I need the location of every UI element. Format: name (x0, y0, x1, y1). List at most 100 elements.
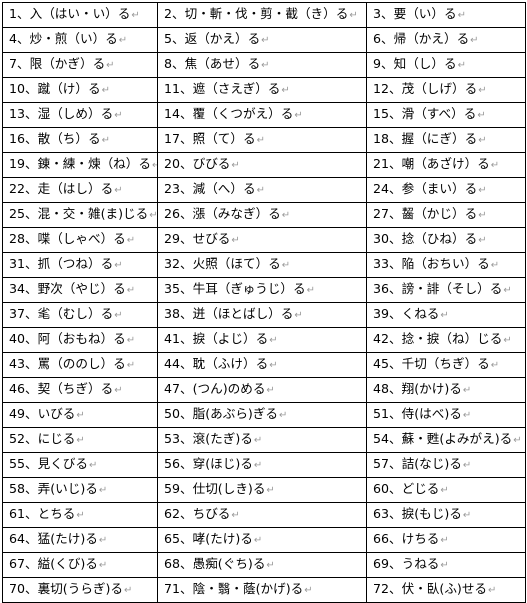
paragraph-return-mark: ↵ (457, 60, 466, 71)
verb-entry: 14、覆（くつがえ）る (164, 106, 294, 121)
verb-entry: 52、にじる (9, 431, 76, 446)
table-cell: 34、野次（やじ）る↵ (2, 277, 158, 303)
paragraph-return-mark: ↵ (269, 335, 278, 346)
paragraph-return-mark: ↵ (253, 435, 263, 446)
paragraph-return-mark: ↵ (462, 460, 472, 471)
table-cell: 25、混・交・雑(ま)じる↵ (2, 202, 158, 228)
verb-entry: 18、握（にぎ）る (373, 131, 478, 146)
table-row: 58、弄(いじ)る↵ 59、仕切(しき)る↵ 60、どじる↵ (2, 477, 526, 503)
verb-entry: 63、捩(もじ)る (373, 506, 462, 521)
table-cell: 35、牛耳（ぎゅうじ）る↵ (157, 277, 367, 303)
table-row: 67、縊(くび)る↵ 68、愚痴(ぐち)る↵ 69、うねる↵ (2, 552, 526, 578)
paragraph-return-mark: ↵ (101, 135, 110, 146)
table-cell: 50、脂(あぶら)ぎる↵ (157, 402, 367, 428)
verb-table: 1、入（はい・い）る↵ 2、切・斬・伐・剪・截（き）る↵ 3、要（い）る↵ 4、炒・煎… (2, 2, 526, 603)
table-cell: 48、翔(かけ)る↵ (366, 377, 526, 403)
verb-entry: 48、翔(かけ)る (373, 381, 462, 396)
table-cell: 53、滾(たぎ)る↵ (157, 427, 367, 453)
paragraph-return-mark: ↵ (462, 385, 472, 396)
table-cell: 14、覆（くつがえ）る↵ (157, 102, 367, 128)
table-cell: 58、弄(いじ)る↵ (2, 477, 158, 503)
paragraph-return-mark: ↵ (478, 85, 487, 96)
paragraph-return-mark: ↵ (76, 410, 85, 421)
table-cell: 27、齧（かじ）る↵ (366, 202, 526, 228)
paragraph-return-mark: ↵ (306, 285, 315, 296)
paragraph-return-mark: ↵ (231, 510, 240, 521)
paragraph-return-mark: ↵ (462, 410, 472, 421)
verb-entry: 57、詰(なじ)る (373, 456, 462, 471)
table-row: 16、散（ち）る↵ 17、照（て）る↵ 18、握（にぎ）る↵ (2, 127, 526, 153)
table-cell: 56、穿(ほじ)る↵ (157, 452, 367, 478)
verb-table-sheet: 1、入（はい・い）る↵ 2、切・斬・伐・剪・截（き）る↵ 3、要（い）る↵ 4、炒・煎… (2, 2, 526, 603)
verb-entry: 56、穿(ほじ)る (164, 456, 253, 471)
verb-entry: 62、ちびる (164, 506, 231, 521)
paragraph-return-mark: ↵ (440, 535, 449, 546)
paragraph-return-mark: ↵ (440, 560, 449, 571)
paragraph-return-mark: ↵ (126, 335, 136, 346)
paragraph-return-mark: ↵ (281, 85, 290, 96)
verb-entry: 34、野次（やじ）る (9, 281, 126, 296)
paragraph-return-mark: ↵ (440, 310, 449, 321)
paragraph-return-mark: ↵ (114, 260, 123, 271)
paragraph-return-mark: ↵ (98, 560, 108, 571)
paragraph-return-mark: ↵ (126, 285, 136, 296)
verb-entry: 32、火照（ほて）る (164, 256, 281, 271)
paragraph-return-mark: ↵ (457, 10, 466, 21)
table-cell: 33、陥（おちい）る↵ (366, 252, 526, 278)
table-row: 31、抓（つね）る↵ 32、火照（ほて）る↵ 33、陥（おちい）る↵ (2, 252, 526, 278)
verb-entry: 67、縊(くび)る (9, 556, 98, 571)
paragraph-return-mark: ↵ (89, 460, 98, 471)
table-row: 4、炒・煎（い）る↵ 5、返（かえ）る↵ 6、帰（かえ）る↵ (2, 27, 526, 53)
paragraph-return-mark: ↵ (98, 535, 108, 546)
table-cell: 40、阿（おもね）る↵ (2, 327, 158, 353)
verb-entry: 24、参（まい）る (373, 181, 478, 196)
verb-entry: 36、謗・誹（そし）る (373, 281, 503, 296)
table-cell: 8、焦（あせ）る↵ (157, 52, 367, 78)
table-cell: 57、詰(なじ)る↵ (366, 452, 526, 478)
table-row: 7、限（かぎ）る↵ 8、焦（あせ）る↵ 9、知（し）る↵ (2, 52, 526, 78)
paragraph-return-mark: ↵ (440, 485, 449, 496)
verb-entry: 64、猛(たけ)る (9, 531, 98, 546)
table-cell: 29、せびる↵ (157, 227, 367, 253)
paragraph-return-mark: ↵ (126, 360, 136, 371)
paragraph-return-mark: ↵ (266, 560, 275, 571)
table-cell: 46、契（ちぎ）る↵ (2, 377, 158, 403)
paragraph-return-mark: ↵ (256, 135, 265, 146)
verb-table-body: 1、入（はい・い）る↵ 2、切・斬・伐・剪・截（き）る↵ 3、要（い）る↵ 4、炒・煎… (2, 2, 526, 603)
verb-entry: 55、見くびる (9, 456, 88, 471)
table-cell: 9、知（し）る↵ (366, 52, 526, 78)
verb-entry: 71、陰・翳・蔭(かげ)る (164, 581, 304, 596)
verb-entry: 2、切・斬・伐・剪・截（き）る (164, 6, 349, 21)
verb-entry: 53、滾(たぎ)る (164, 431, 253, 446)
paragraph-return-mark: ↵ (478, 235, 487, 246)
verb-entry: 17、照（て）る (164, 131, 256, 146)
paragraph-return-mark: ↵ (294, 110, 303, 121)
paragraph-return-mark: ↵ (114, 110, 123, 121)
table-cell: 71、陰・翳・蔭(かげ)る↵ (157, 577, 367, 603)
table-cell: 38、迸（ほとばし）る↵ (157, 302, 367, 328)
verb-entry: 25、混・交・雑(ま)じる (9, 206, 149, 221)
table-cell: 10、蹴（け）る↵ (2, 77, 158, 103)
paragraph-return-mark: ↵ (349, 10, 358, 21)
table-cell: 18、握（にぎ）る↵ (366, 127, 526, 153)
verb-entry: 9、知（し）る (373, 56, 457, 71)
paragraph-return-mark: ↵ (478, 135, 487, 146)
paragraph-return-mark: ↵ (114, 385, 123, 396)
verb-entry: 6、帰（かえ）る (373, 31, 470, 46)
table-row: 22、走（はし）る↵ 23、減（へ）る↵ 24、参（まい）る↵ (2, 177, 526, 203)
table-cell: 63、捩(もじ)る↵ (366, 502, 526, 528)
paragraph-return-mark: ↵ (490, 360, 500, 371)
verb-entry: 20、びびる (164, 156, 231, 171)
table-cell: 26、漲（みなぎ）る↵ (157, 202, 367, 228)
verb-entry: 72、伏・臥(ふ)せる (373, 581, 488, 596)
verb-entry: 1、入（はい・い）る (9, 6, 131, 21)
paragraph-return-mark: ↵ (261, 35, 270, 46)
table-row: 55、見くびる↵ 56、穿(ほじ)る↵ 57、詰(なじ)る↵ (2, 452, 526, 478)
verb-entry: 38、迸（ほとばし）る (164, 306, 294, 321)
verb-entry: 43、罵（ののし）る (9, 356, 126, 371)
table-row: 28、喋（しゃべ）る↵ 29、せびる↵ 30、捻（ひね）る↵ (2, 227, 526, 253)
table-cell: 45、千切（ちぎ）る↵ (366, 352, 526, 378)
verb-entry: 69、うねる (373, 556, 440, 571)
verb-entry: 22、走（はし）る (9, 181, 114, 196)
paragraph-return-mark: ↵ (106, 60, 115, 71)
